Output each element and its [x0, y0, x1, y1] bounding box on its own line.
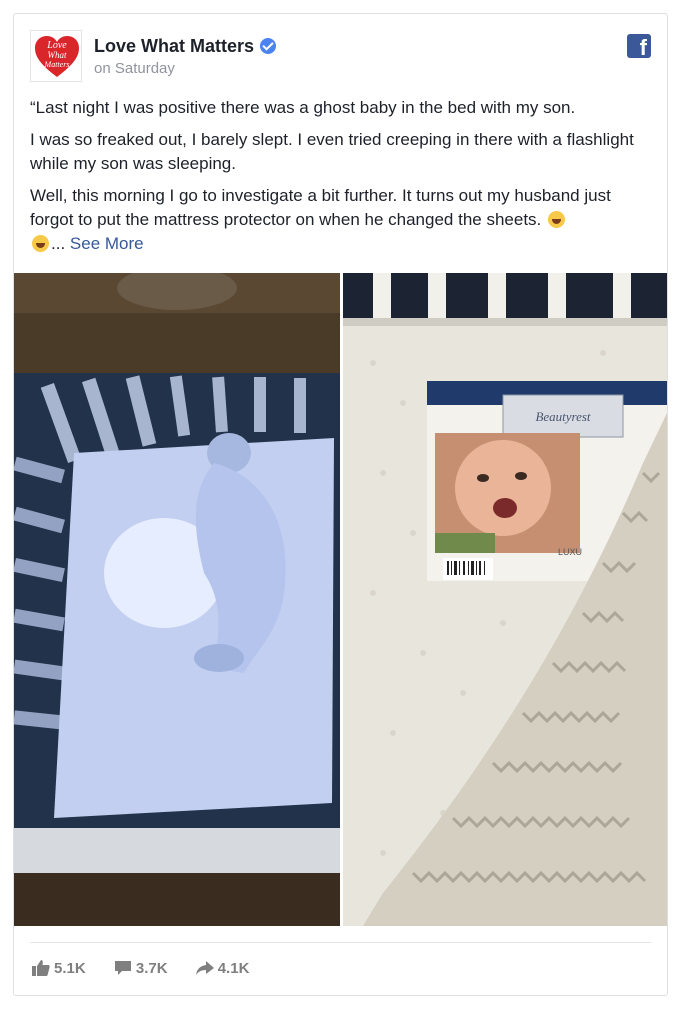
post-photos[interactable]: Beautyrest LUXU: [14, 273, 667, 926]
svg-text:Matters: Matters: [44, 60, 70, 69]
engagement-stats: 5.1K 3.7K 4.1K: [32, 960, 273, 977]
heart-logo-icon: Love What Matters: [35, 36, 79, 77]
verified-badge-icon: [260, 38, 277, 54]
baby-monitor-photo[interactable]: [14, 273, 340, 926]
comments-stat[interactable]: 3.7K: [114, 960, 168, 977]
mattress-photo[interactable]: Beautyrest LUXU: [343, 273, 667, 926]
post-paragraph: “Last night I was positive there was a g…: [30, 98, 576, 117]
page-avatar[interactable]: Love What Matters: [30, 30, 82, 82]
comment-icon: [114, 961, 131, 975]
shares-count: 4.1K: [217, 960, 250, 977]
svg-text:LUXU: LUXU: [558, 547, 582, 557]
tears-of-joy-emoji-icon: [32, 235, 49, 252]
facebook-logo-icon[interactable]: f: [627, 34, 651, 60]
stats-divider: [30, 942, 651, 943]
svg-text:What: What: [48, 50, 67, 60]
post-header: Love What Matters Love What Matters on S…: [30, 26, 651, 82]
page-name[interactable]: Love What Matters: [94, 36, 277, 57]
see-more-link[interactable]: See More: [70, 234, 144, 253]
likes-count: 5.1K: [54, 960, 86, 977]
shares-stat[interactable]: 4.1K: [195, 960, 250, 977]
tears-of-joy-emoji-icon: [548, 211, 565, 228]
post-paragraph-text: Well, this morning I go to investigate a…: [30, 186, 611, 229]
page-name-text[interactable]: Love What Matters: [94, 36, 254, 56]
ellipsis: ...: [51, 234, 66, 253]
post-paragraph: I was so freaked out, I barely slept. I …: [30, 130, 634, 173]
comments-count: 3.7K: [135, 960, 168, 977]
post-card: Love What Matters Love What Matters on S…: [13, 13, 668, 996]
post-timestamp[interactable]: on Saturday: [94, 60, 175, 77]
likes-stat[interactable]: 5.1K: [32, 960, 86, 977]
thumbs-up-icon: [32, 960, 50, 976]
share-arrow-icon: [195, 961, 214, 975]
post-text: “Last night I was positive there was a g…: [30, 96, 650, 264]
svg-text:Beautyrest: Beautyrest: [535, 409, 590, 424]
post-paragraph-last: Well, this morning I go to investigate a…: [30, 184, 650, 256]
